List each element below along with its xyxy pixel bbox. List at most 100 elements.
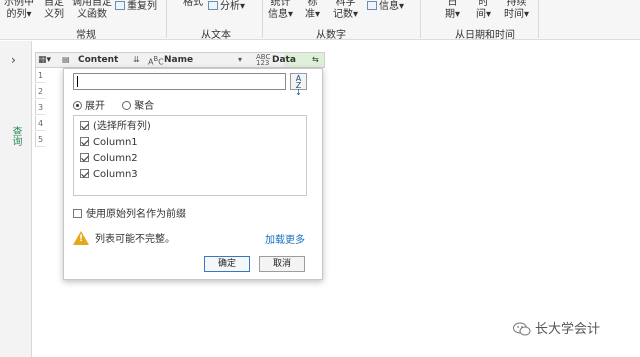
row-number-cell: 3 [35, 100, 45, 115]
use-prefix-label: 使用原始列名作为前缀 [86, 209, 186, 220]
duplicate-column-label: 重复列 [127, 1, 157, 12]
table-icon[interactable]: ▦▾ [38, 53, 58, 67]
sort-az-button[interactable]: A Z ↓ [290, 73, 307, 97]
ribbon: 示例中 的列▾ 自定 义列 调用自定 义函数 重复列 常规 格式 分析▾ 从文本… [0, 0, 640, 40]
duplicate-column-icon [115, 1, 125, 10]
number-group-label: 从数字 [316, 30, 346, 40]
duration-button[interactable]: 持续 时间▾ [504, 0, 529, 21]
watermark: 长大学会计 [513, 318, 600, 337]
parse-label: 分析 [220, 1, 240, 12]
list-item-label: Column1 [93, 137, 138, 148]
example-column-button[interactable]: 示例中 的列▾ [4, 0, 34, 21]
expand-binary-icon[interactable]: ⇊ [133, 55, 140, 64]
radio-unselected-icon [122, 101, 132, 110]
group-separator [166, 0, 167, 38]
statistics-button[interactable]: 统计 信息▾ [268, 0, 293, 21]
statistics-line1: 统计 [270, 0, 291, 8]
info-label: 信息 [379, 1, 399, 12]
incomplete-list-warning: ! 列表可能不完整。 [73, 230, 175, 245]
list-item-label: Column3 [93, 169, 138, 180]
statistics-line2: 信息▾ [268, 9, 294, 20]
expand-columns-icon[interactable]: ⇆ [312, 55, 319, 64]
time-line1: 时 [478, 0, 489, 8]
load-more-link[interactable]: 加载更多 [265, 231, 305, 246]
expand-radio[interactable]: 展开 [73, 101, 105, 112]
parse-button[interactable]: 分析▾ [208, 1, 245, 13]
list-item-select-all[interactable]: (选择所有列) [80, 121, 151, 133]
duration-line2: 时间▾ [504, 9, 530, 20]
text-type-icon: ABC [148, 55, 164, 67]
scientific-line2: 记数▾ [333, 9, 359, 20]
group-separator [420, 0, 421, 38]
aggregate-radio-label: 聚合 [134, 101, 155, 112]
standard-line1: 标 [307, 0, 318, 8]
ok-button[interactable]: 确定 [204, 256, 250, 272]
list-item-column1[interactable]: Column1 [80, 137, 138, 149]
watermark-text: 长大学会计 [535, 322, 601, 337]
queries-pane-label[interactable]: 查询 [8, 126, 23, 146]
row-number-cell: 4 [35, 116, 45, 131]
info-icon [367, 1, 377, 10]
parse-dropdown-icon: ▾ [240, 1, 246, 12]
checkbox-checked-icon [80, 121, 89, 130]
column-header-content[interactable]: Content [78, 53, 118, 67]
radio-selected-icon [73, 101, 82, 110]
info-dropdown-icon: ▾ [399, 1, 405, 12]
expand-column-dialog: A Z ↓ 展开 聚合 (选择所有列) Column1 Column2 Column… [63, 68, 323, 280]
warning-icon: ! [73, 231, 89, 245]
standard-line2: 准▾ [305, 9, 321, 20]
parse-icon [208, 1, 218, 10]
list-item-column2[interactable]: Column2 [80, 153, 138, 165]
search-input[interactable] [73, 73, 286, 90]
list-item-column3[interactable]: Column3 [80, 169, 138, 181]
filter-dropdown-icon[interactable]: ▾ [238, 55, 242, 64]
checkbox-checked-icon [80, 169, 89, 178]
cancel-button[interactable]: 取消 [259, 256, 305, 272]
any-type-icon: ABC 123 [256, 53, 271, 67]
checkbox-checked-icon [80, 137, 89, 146]
duration-line1: 持续 [506, 0, 527, 8]
list-item-label: (选择所有列) [93, 121, 151, 132]
invoke-function-line2: 义函数 [77, 9, 107, 20]
warning-text: 列表可能不完整。 [95, 234, 175, 245]
custom-column-line2: 义列 [44, 9, 64, 20]
scientific-button[interactable]: 科学 记数▾ [333, 0, 358, 21]
invoke-function-line1: 调用自定 [72, 0, 112, 8]
aggregate-radio[interactable]: 聚合 [122, 101, 154, 112]
datetime-group-label: 从日期和时间 [455, 30, 515, 40]
time-line2: 间▾ [476, 9, 492, 20]
date-line1: 日 [447, 0, 458, 8]
row-number-cell: 5 [35, 132, 45, 147]
info-button[interactable]: 信息▾ [367, 1, 404, 13]
list-item-label: Column2 [93, 153, 138, 164]
scientific-line1: 科学 [335, 0, 356, 8]
format-label: 格式 [183, 0, 203, 8]
row-number-cell: 2 [35, 84, 45, 99]
text-caret [77, 76, 78, 87]
duplicate-column-button[interactable]: 重复列 [115, 1, 157, 13]
binary-icon: ▤ [62, 55, 70, 64]
example-column-line1: 示例中 [4, 0, 34, 8]
chevron-right-icon[interactable]: › [11, 53, 16, 67]
standard-button[interactable]: 标 准▾ [305, 0, 320, 21]
format-button[interactable]: 格式 [183, 0, 203, 9]
expand-radio-label: 展开 [85, 101, 105, 112]
date-button[interactable]: 日 期▾ [445, 0, 460, 21]
group-separator [262, 0, 263, 38]
wechat-icon [513, 322, 531, 336]
mode-selector: 展开 聚合 [73, 97, 154, 112]
example-column-line2: 的列▾ [6, 9, 32, 20]
checkbox-checked-icon [80, 153, 89, 162]
custom-column-button[interactable]: 自定 义列 [44, 0, 64, 21]
general-group-label: 常规 [76, 30, 96, 40]
text-group-label: 从文本 [201, 30, 231, 40]
date-line2: 期▾ [445, 9, 461, 20]
column-header-data[interactable]: Data [272, 53, 296, 67]
column-header-name[interactable]: Name [164, 53, 193, 67]
row-number-cell: 1 [35, 68, 45, 83]
use-prefix-checkbox[interactable]: 使用原始列名作为前缀 [73, 205, 186, 220]
custom-column-line1: 自定 [44, 0, 64, 8]
time-button[interactable]: 时 间▾ [476, 0, 491, 21]
invoke-custom-function-button[interactable]: 调用自定 义函数 [72, 0, 112, 21]
checkbox-unchecked-icon [73, 209, 82, 218]
